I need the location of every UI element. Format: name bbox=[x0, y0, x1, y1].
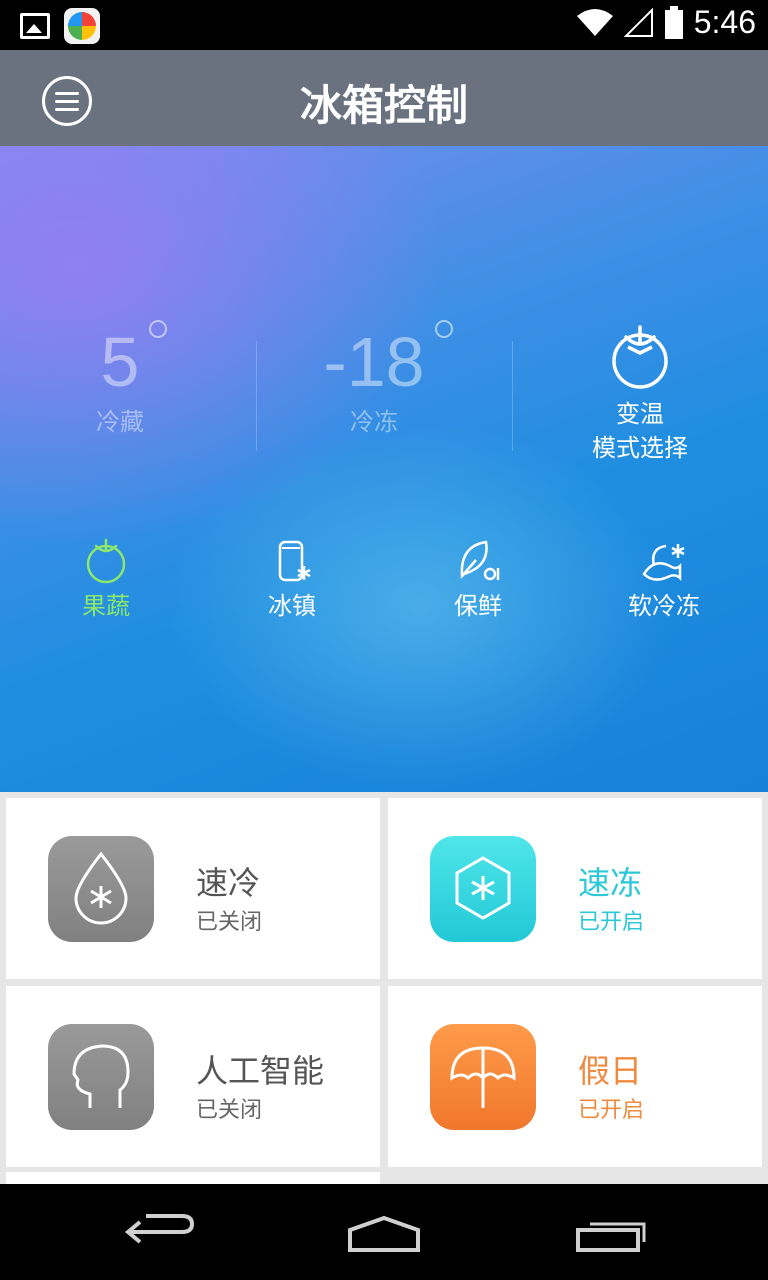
page-title: 冰箱控制 bbox=[299, 81, 468, 130]
mode-line2: 模式选择 bbox=[592, 434, 688, 462]
hexagon-snow-icon bbox=[430, 836, 536, 942]
func-label: 冰镇 bbox=[268, 592, 316, 620]
card-quick-freeze[interactable]: 速冻 已开启 bbox=[388, 798, 762, 979]
fridge-temp-value: 5 bbox=[100, 323, 140, 401]
fridge-temp-label: 冷藏 bbox=[96, 408, 144, 436]
func-fruit-veg[interactable]: 果蔬 bbox=[46, 536, 166, 621]
card-title: 人工智能 bbox=[196, 1052, 325, 1090]
recents-icon[interactable] bbox=[550, 1184, 670, 1280]
card-quick-cool[interactable]: 速冷 已关闭 bbox=[6, 798, 380, 979]
func-soft-freeze[interactable]: 软冷冻 bbox=[604, 536, 724, 621]
status-bar: 5:46 bbox=[0, 0, 768, 50]
divider bbox=[256, 341, 257, 451]
card-status: 已关闭 bbox=[196, 1098, 263, 1123]
wifi-icon bbox=[576, 8, 613, 36]
func-keep-fresh[interactable]: 保鲜 bbox=[418, 536, 538, 621]
freezer-temperature[interactable]: -18 冷冻 bbox=[284, 320, 464, 437]
fridge-temperature[interactable]: 5 冷藏 bbox=[30, 320, 210, 437]
mode-select-button[interactable]: 变温 模式选择 bbox=[570, 321, 710, 465]
fish-icon bbox=[642, 544, 685, 582]
can-snow-icon bbox=[278, 540, 311, 582]
func-label: 果蔬 bbox=[82, 592, 130, 620]
func-label: 软冷冻 bbox=[628, 592, 700, 620]
card-title: 速冷 bbox=[196, 864, 261, 902]
fridge-status-panel: 5 冷藏 -18 冷冻 变温 模式选择 果蔬 冰镇 保鲜 软冷冻 bbox=[0, 146, 768, 792]
signal-icon bbox=[623, 7, 653, 37]
head-icon bbox=[48, 1024, 154, 1130]
navigation-bar bbox=[0, 1184, 768, 1280]
app-icon bbox=[64, 8, 100, 44]
drop-snow-icon bbox=[48, 836, 154, 942]
status-time: 5:46 bbox=[693, 4, 756, 40]
card-title: 假日 bbox=[578, 1052, 643, 1090]
tomato-icon bbox=[86, 538, 126, 584]
gallery-icon bbox=[20, 13, 50, 39]
card-status: 已开启 bbox=[578, 1098, 645, 1123]
leaf-icon bbox=[460, 540, 500, 581]
feature-cards: 速冷 已关闭 速冻 已开启 人工智能 已关闭 假日 已开启 bbox=[0, 792, 768, 1192]
divider bbox=[512, 341, 513, 451]
app-bar: 冰箱控制 bbox=[0, 50, 768, 146]
func-ice-chill[interactable]: 冰镇 bbox=[232, 536, 352, 621]
home-icon[interactable] bbox=[324, 1184, 444, 1280]
back-icon[interactable] bbox=[100, 1184, 220, 1280]
card-status: 已关闭 bbox=[196, 910, 263, 935]
card-ai[interactable]: 人工智能 已关闭 bbox=[6, 986, 380, 1167]
function-row: 果蔬 冰镇 保鲜 软冷冻 bbox=[0, 536, 768, 626]
freezer-temp-value: -18 bbox=[323, 323, 425, 401]
func-label: 保鲜 bbox=[454, 592, 502, 620]
card-holiday[interactable]: 假日 已开启 bbox=[388, 986, 762, 1167]
tomato-icon bbox=[612, 325, 668, 389]
mode-line1: 变温 bbox=[616, 400, 664, 428]
card-title: 速冻 bbox=[578, 864, 643, 902]
freezer-temp-label: 冷冻 bbox=[350, 408, 398, 436]
umbrella-icon bbox=[430, 1024, 536, 1130]
battery-icon bbox=[664, 5, 683, 39]
card-status: 已开启 bbox=[578, 910, 645, 935]
